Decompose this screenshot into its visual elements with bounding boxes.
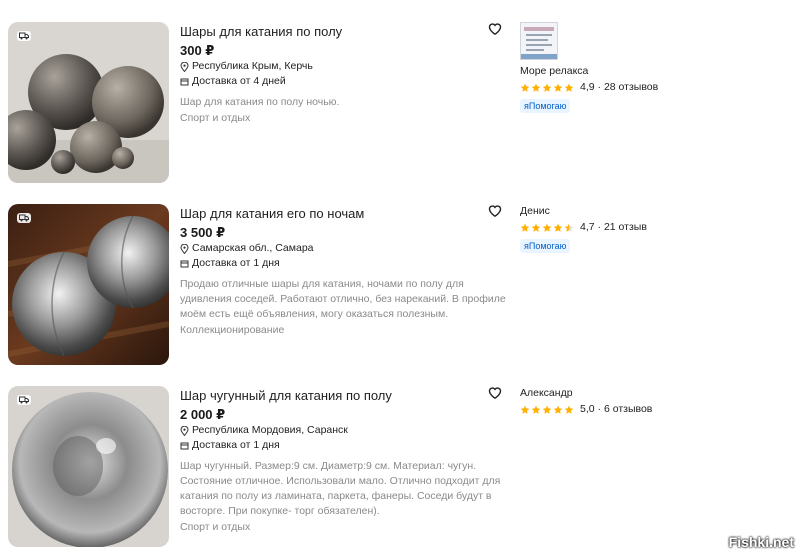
seller-block: Александр 5,0 · 6 отзывов — [520, 386, 700, 417]
delivery-text: Доставка от 1 дня — [192, 439, 280, 451]
star-icon — [553, 405, 563, 414]
star-icon — [520, 223, 530, 232]
star-icon — [553, 83, 563, 92]
seller-block: Денис 4,7 · 21 отзыв яПомогаю — [520, 204, 700, 254]
seller-name[interactable]: Море релакса — [520, 64, 700, 79]
delivery-text: Доставка от 1 дня — [192, 257, 280, 269]
listing-location: Республика Крым, Керчь — [180, 59, 510, 74]
listing-category: Коллекционирование — [180, 324, 285, 336]
star-icon — [520, 83, 530, 92]
star-icon — [542, 223, 552, 232]
listing-category: Спорт и отдых — [180, 521, 251, 533]
location-pin-icon — [180, 61, 189, 72]
star-icon — [553, 223, 563, 232]
listing-card[interactable]: Шар для катания его по ночам 3 500 ₽ Сам… — [0, 204, 800, 376]
seller-block: Море релакса 4,9 · 28 отзывов яПомогаю — [520, 22, 700, 114]
rating-separator: · — [594, 403, 604, 415]
location-text: Самарская обл., Самара — [192, 242, 314, 254]
location-pin-icon — [180, 243, 189, 254]
star-half-icon — [564, 223, 574, 232]
listing-price: 300 ₽ — [180, 43, 215, 58]
listing-title[interactable]: Шар для катания его по ночам — [180, 206, 510, 222]
seller-name[interactable]: Денис — [520, 204, 700, 219]
delivery-truck-icon — [17, 395, 31, 405]
delivery-truck-icon — [17, 31, 31, 41]
star-icon — [520, 405, 530, 414]
seller-rating: 4,9 · 28 отзывов — [520, 80, 700, 95]
listing-delivery: Доставка от 4 дней — [180, 74, 510, 89]
star-icon — [531, 223, 541, 232]
listing-description: Шар чугунный. Размер:9 см. Диаметр:9 см.… — [180, 460, 501, 517]
listing-info: Шар для катания его по ночам 3 500 ₽ Сам… — [180, 204, 510, 338]
location-pin-icon — [180, 425, 189, 436]
star-icon — [564, 83, 574, 92]
listing-photo[interactable] — [8, 386, 169, 547]
listing-card[interactable]: Шар чугунный для катания по полу 2 000 ₽… — [0, 386, 800, 558]
listing-title[interactable]: Шары для катания по полу — [180, 24, 510, 40]
rating-value: 5,0 — [580, 403, 595, 415]
box-icon — [180, 78, 189, 85]
listing-description: Шар для катания по полу ночью. — [180, 96, 340, 108]
listing-location: Самарская обл., Самара — [180, 241, 510, 256]
listing-price: 2 000 ₽ — [180, 407, 226, 422]
seller-name[interactable]: Александр — [520, 386, 700, 401]
listing-photo[interactable] — [8, 204, 169, 365]
star-icon — [542, 83, 552, 92]
heart-icon[interactable] — [488, 204, 502, 218]
box-icon — [180, 260, 189, 267]
listing-category: Спорт и отдых — [180, 112, 251, 124]
rating-stars — [520, 83, 575, 93]
reviews-count[interactable]: 21 отзыв — [604, 220, 647, 235]
listing-description: Продаю отличные шары для катания, ночами… — [180, 278, 506, 320]
location-text: Республика Крым, Керчь — [192, 60, 313, 72]
listing-card[interactable]: Шары для катания по полу 300 ₽ Республик… — [0, 22, 800, 194]
rating-value: 4,7 — [580, 221, 595, 233]
listing-location: Республика Мордовия, Саранск — [180, 423, 510, 438]
listing-info: Шар чугунный для катания по полу 2 000 ₽… — [180, 386, 510, 535]
listing-title[interactable]: Шар чугунный для катания по полу — [180, 388, 510, 404]
delivery-text: Доставка от 4 дней — [192, 75, 286, 87]
helper-badge: яПомогаю — [520, 239, 571, 253]
rating-separator: · — [594, 81, 604, 93]
listing-info: Шары для катания по полу 300 ₽ Республик… — [180, 22, 510, 126]
delivery-truck-icon — [17, 213, 31, 223]
box-icon — [180, 442, 189, 449]
rating-stars — [520, 223, 575, 233]
star-icon — [564, 405, 574, 414]
star-icon — [542, 405, 552, 414]
helper-badge: яПомогаю — [520, 99, 571, 113]
listing-price: 3 500 ₽ — [180, 225, 226, 240]
reviews-count[interactable]: 6 отзывов — [604, 402, 652, 417]
rating-stars — [520, 405, 575, 415]
listing-delivery: Доставка от 1 дня — [180, 438, 510, 453]
watermark: Fishki.net — [728, 534, 794, 550]
seller-rating: 4,7 · 21 отзыв — [520, 220, 700, 235]
seller-avatar[interactable] — [520, 22, 558, 60]
location-text: Республика Мордовия, Саранск — [192, 424, 348, 436]
listing-delivery: Доставка от 1 дня — [180, 256, 510, 271]
star-icon — [531, 405, 541, 414]
listing-photo[interactable] — [8, 22, 169, 183]
rating-separator: · — [594, 221, 604, 233]
star-icon — [531, 83, 541, 92]
seller-rating: 5,0 · 6 отзывов — [520, 402, 700, 417]
reviews-count[interactable]: 28 отзывов — [604, 80, 658, 95]
rating-value: 4,9 — [580, 81, 595, 93]
heart-icon[interactable] — [488, 386, 502, 400]
heart-icon[interactable] — [488, 22, 502, 36]
